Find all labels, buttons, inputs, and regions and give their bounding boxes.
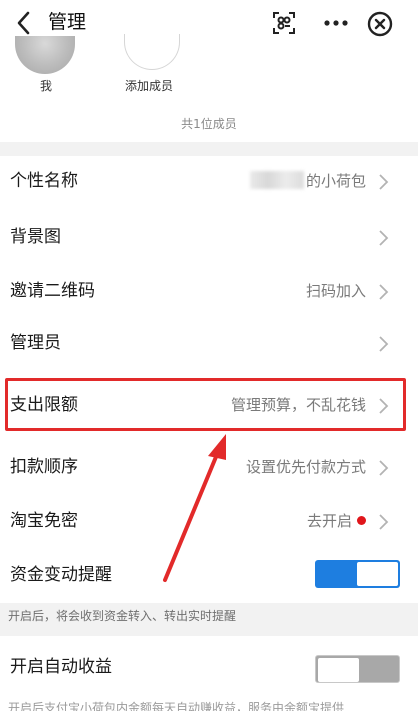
setting-label: 扣款顺序 [10, 457, 78, 477]
setting-label: 背景图 [10, 227, 61, 247]
avatar[interactable] [15, 36, 75, 74]
chevron-right-icon [379, 284, 389, 300]
setting-value: 设置优先付款方式 [245, 458, 366, 476]
members-section: 我 添加成员 共1位成员 [0, 34, 418, 142]
setting-row-payment-order[interactable]: 扣款顺序 设置优先付款方式 [0, 442, 418, 494]
chevron-right-icon [379, 460, 389, 476]
add-member-label[interactable]: 添加成员 [125, 78, 173, 94]
member-count: 共1位成员 [181, 117, 237, 131]
member-me-label: 我 [40, 79, 53, 93]
fund-notice-hint: 开启后，将会收到资金转入、转出实时提醒 [8, 609, 237, 623]
setting-row-invite-qrcode[interactable]: 邀请二维码 扫码加入 [0, 266, 418, 318]
setting-value: 去开启 [307, 510, 366, 532]
setting-row-taobao-password-free[interactable]: 淘宝免密 去开启 [0, 496, 418, 548]
auto-income-toggle[interactable] [315, 655, 400, 683]
setting-row-admin[interactable]: 管理员 [0, 318, 418, 370]
chevron-right-icon [379, 398, 389, 414]
setting-row-background[interactable]: 背景图 [0, 212, 418, 264]
setting-value: 的小荷包 [249, 170, 366, 192]
chevron-right-icon [379, 514, 389, 530]
chevron-right-icon [379, 230, 389, 246]
setting-label: 淘宝免密 [10, 511, 78, 531]
toggle-knob [357, 562, 398, 586]
setting-label: 管理员 [10, 333, 61, 353]
setting-label: 开启自动收益 [10, 657, 112, 677]
setting-value: 管理预算，不乱花钱 [230, 396, 366, 414]
setting-label: 支出限额 [10, 395, 78, 415]
more-icon[interactable] [318, 9, 354, 37]
settings-list: 个性名称 的小荷包 背景图 邀请二维码 扫码加入 管理员 支出限额 管理预算，不… [0, 156, 418, 603]
setting-value: 扫码加入 [305, 282, 366, 300]
setting-row-nickname[interactable]: 个性名称 的小荷包 [0, 156, 418, 208]
back-chevron-left-icon[interactable] [10, 8, 40, 38]
chevron-right-icon [379, 174, 389, 190]
close-circle-icon[interactable] [364, 8, 396, 40]
setting-row-spending-limit[interactable]: 支出限额 管理预算，不乱花钱 [0, 380, 418, 432]
setting-label: 邀请二维码 [10, 281, 95, 301]
setting-label: 资金变动提醒 [10, 565, 112, 585]
red-dot-badge [357, 516, 366, 525]
toggle-knob [318, 658, 359, 682]
add-member-button[interactable] [124, 34, 180, 70]
setting-label: 个性名称 [10, 171, 78, 191]
chevron-right-icon [379, 336, 389, 352]
blurred-name [249, 171, 304, 189]
scan-icon[interactable] [270, 9, 298, 37]
auto-income-hint: 开启后支付宝小荷包内金额每天自动赚收益，服务由余额宝提供 [8, 701, 345, 711]
fund-notice-toggle[interactable] [315, 560, 400, 588]
page-title: 管理 [48, 11, 87, 33]
